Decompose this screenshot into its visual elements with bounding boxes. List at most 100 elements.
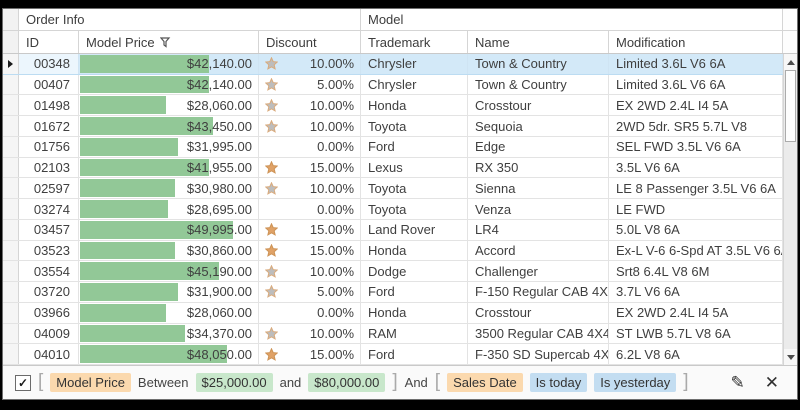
cell-model-price[interactable]: $34,370.00 [79,323,259,344]
cell-model-price[interactable]: $42,140.00 [79,74,259,95]
cell-modification[interactable]: Limited 3.6L V6 6A [609,54,783,74]
row-indicator-cell[interactable] [3,157,19,178]
table-row[interactable]: 02103 $41,955.00 15.00% Lexus RX 350 3.5… [3,157,783,179]
cell-discount[interactable]: 10.00% [259,178,361,199]
cell-modification[interactable]: ST LWB 5.7L V8 6A [609,323,783,344]
cell-trademark[interactable]: Lexus [361,157,468,178]
cell-discount[interactable]: 0.00% [259,136,361,157]
cell-model-price[interactable]: $41,955.00 [79,157,259,178]
table-row[interactable]: 03966 $28,060.00 0.00% Honda Crosstour E… [3,302,783,324]
cell-id[interactable]: 03523 [19,240,79,261]
row-indicator-cell[interactable] [3,323,19,344]
cell-model-price[interactable]: $30,860.00 [79,240,259,261]
cell-id[interactable]: 03966 [19,302,79,323]
cell-model-price[interactable]: $28,695.00 [79,199,259,219]
cell-trademark[interactable]: Honda [361,240,468,261]
cell-id[interactable]: 04009 [19,323,79,344]
cell-modification[interactable]: Ex-L V-6 6-Spd AT 3.5L V6 6A [609,240,783,261]
cell-name[interactable]: 3500 Regular CAB 4X4 [468,323,609,344]
cell-modification[interactable]: LE 8 Passenger 3.5L V6 6A [609,178,783,199]
cell-discount[interactable]: 10.00% [259,261,361,282]
row-indicator-cell[interactable] [3,54,19,74]
filter-condition-is-yesterday[interactable]: Is yesterday [594,373,677,392]
table-row[interactable]: 04009 $34,370.00 10.00% RAM 3500 Regular… [3,323,783,345]
cell-modification[interactable]: Limited 3.6L V6 6A [609,74,783,95]
vertical-scrollbar[interactable] [783,54,797,365]
filter-field-model-price[interactable]: Model Price [50,373,131,392]
cell-model-price[interactable]: $31,995.00 [79,136,259,157]
table-row[interactable]: 03523 $30,860.00 15.00% Honda Accord Ex-… [3,240,783,262]
cell-model-price[interactable]: $30,980.00 [79,178,259,199]
cell-modification[interactable]: EX 2WD 2.4L I4 5A [609,302,783,323]
cell-model-price[interactable]: $45,190.00 [79,261,259,282]
table-row[interactable]: 01756 $31,995.00 0.00% Ford Edge SEL FWD… [3,136,783,158]
filter-condition-is-today[interactable]: Is today [529,373,588,392]
cell-name[interactable]: Venza [468,199,609,219]
column-header-modification[interactable]: Modification [609,31,783,53]
table-row[interactable]: 03554 $45,190.00 10.00% Dodge Challenger… [3,261,783,283]
table-row[interactable]: 00348 $42,140.00 10.00% Chrysler Town & … [3,54,783,75]
row-indicator-cell[interactable] [3,178,19,199]
cell-trademark[interactable]: Ford [361,344,468,365]
cell-id[interactable]: 02103 [19,157,79,178]
cell-model-price[interactable]: $42,140.00 [79,54,259,74]
row-indicator-cell[interactable] [3,240,19,261]
filter-enabled-checkbox[interactable] [15,374,31,391]
table-row[interactable]: 02597 $30,980.00 10.00% Toyota Sienna LE… [3,178,783,200]
cell-modification[interactable]: 5.0L V8 6A [609,219,783,240]
cell-modification[interactable]: 2WD 5dr. SR5 5.7L V8 [609,116,783,136]
cell-model-price[interactable]: $28,060.00 [79,95,259,116]
cell-modification[interactable]: Srt8 6.4L V8 6M [609,261,783,282]
cell-discount[interactable]: 5.00% [259,74,361,95]
cell-modification[interactable]: SEL FWD 3.5L V6 6A [609,136,783,157]
column-header-id[interactable]: ID [19,31,79,53]
row-indicator-cell[interactable] [3,116,19,136]
band-order-info[interactable]: Order Info [19,9,361,30]
cell-name[interactable]: Sequoia [468,116,609,136]
cell-trademark[interactable]: Toyota [361,178,468,199]
row-indicator-cell[interactable] [3,136,19,157]
filter-operator-between[interactable]: Between [138,375,189,390]
cell-discount[interactable]: 0.00% [259,302,361,323]
cell-trademark[interactable]: RAM [361,323,468,344]
cell-discount[interactable]: 10.00% [259,54,361,74]
table-row[interactable]: 01498 $28,060.00 10.00% Honda Crosstour … [3,95,783,117]
cell-name[interactable]: Sienna [468,178,609,199]
cell-name[interactable]: Challenger [468,261,609,282]
cell-id[interactable]: 01498 [19,95,79,116]
cell-id[interactable]: 04010 [19,344,79,365]
row-indicator-cell[interactable] [3,302,19,323]
cell-name[interactable]: RX 350 [468,157,609,178]
table-row[interactable]: 04010 $48,050.00 15.00% Ford F-350 SD Su… [3,344,783,366]
cell-discount[interactable]: 10.00% [259,323,361,344]
cell-name[interactable]: Accord [468,240,609,261]
scroll-up-button[interactable] [784,54,797,70]
edit-filter-pencil-icon[interactable]: ✎ [731,374,745,391]
cell-model-price[interactable]: $28,060.00 [79,302,259,323]
cell-model-price[interactable]: $48,050.00 [79,344,259,365]
cell-discount[interactable]: 5.00% [259,282,361,302]
cell-discount[interactable]: 15.00% [259,240,361,261]
row-indicator-cell[interactable] [3,95,19,116]
column-header-name[interactable]: Name [468,31,609,53]
cell-trademark[interactable]: Dodge [361,261,468,282]
cell-name[interactable]: F-150 Regular CAB 4X4 [468,282,609,302]
cell-name[interactable]: F-350 SD Supercab 4X4 [468,344,609,365]
cell-trademark[interactable]: Honda [361,95,468,116]
cell-modification[interactable]: EX 2WD 2.4L I4 5A [609,95,783,116]
cell-id[interactable]: 03457 [19,219,79,240]
cell-model-price[interactable]: $49,995.00 [79,219,259,240]
cell-discount[interactable]: 10.00% [259,95,361,116]
cell-trademark[interactable]: Chrysler [361,54,468,74]
cell-id[interactable]: 03554 [19,261,79,282]
cell-modification[interactable]: 3.7L V6 6A [609,282,783,302]
cell-id[interactable]: 00407 [19,74,79,95]
filter-value-max[interactable]: $80,000.00 [308,373,386,392]
cell-discount[interactable]: 15.00% [259,219,361,240]
table-row[interactable]: 03274 $28,695.00 0.00% Toyota Venza LE F… [3,199,783,220]
table-row[interactable]: 03720 $31,900.00 5.00% Ford F-150 Regula… [3,282,783,303]
table-row[interactable]: 00407 $42,140.00 5.00% Chrysler Town & C… [3,74,783,96]
cell-id[interactable]: 01672 [19,116,79,136]
cell-name[interactable]: Crosstour [468,302,609,323]
row-indicator-cell[interactable] [3,261,19,282]
